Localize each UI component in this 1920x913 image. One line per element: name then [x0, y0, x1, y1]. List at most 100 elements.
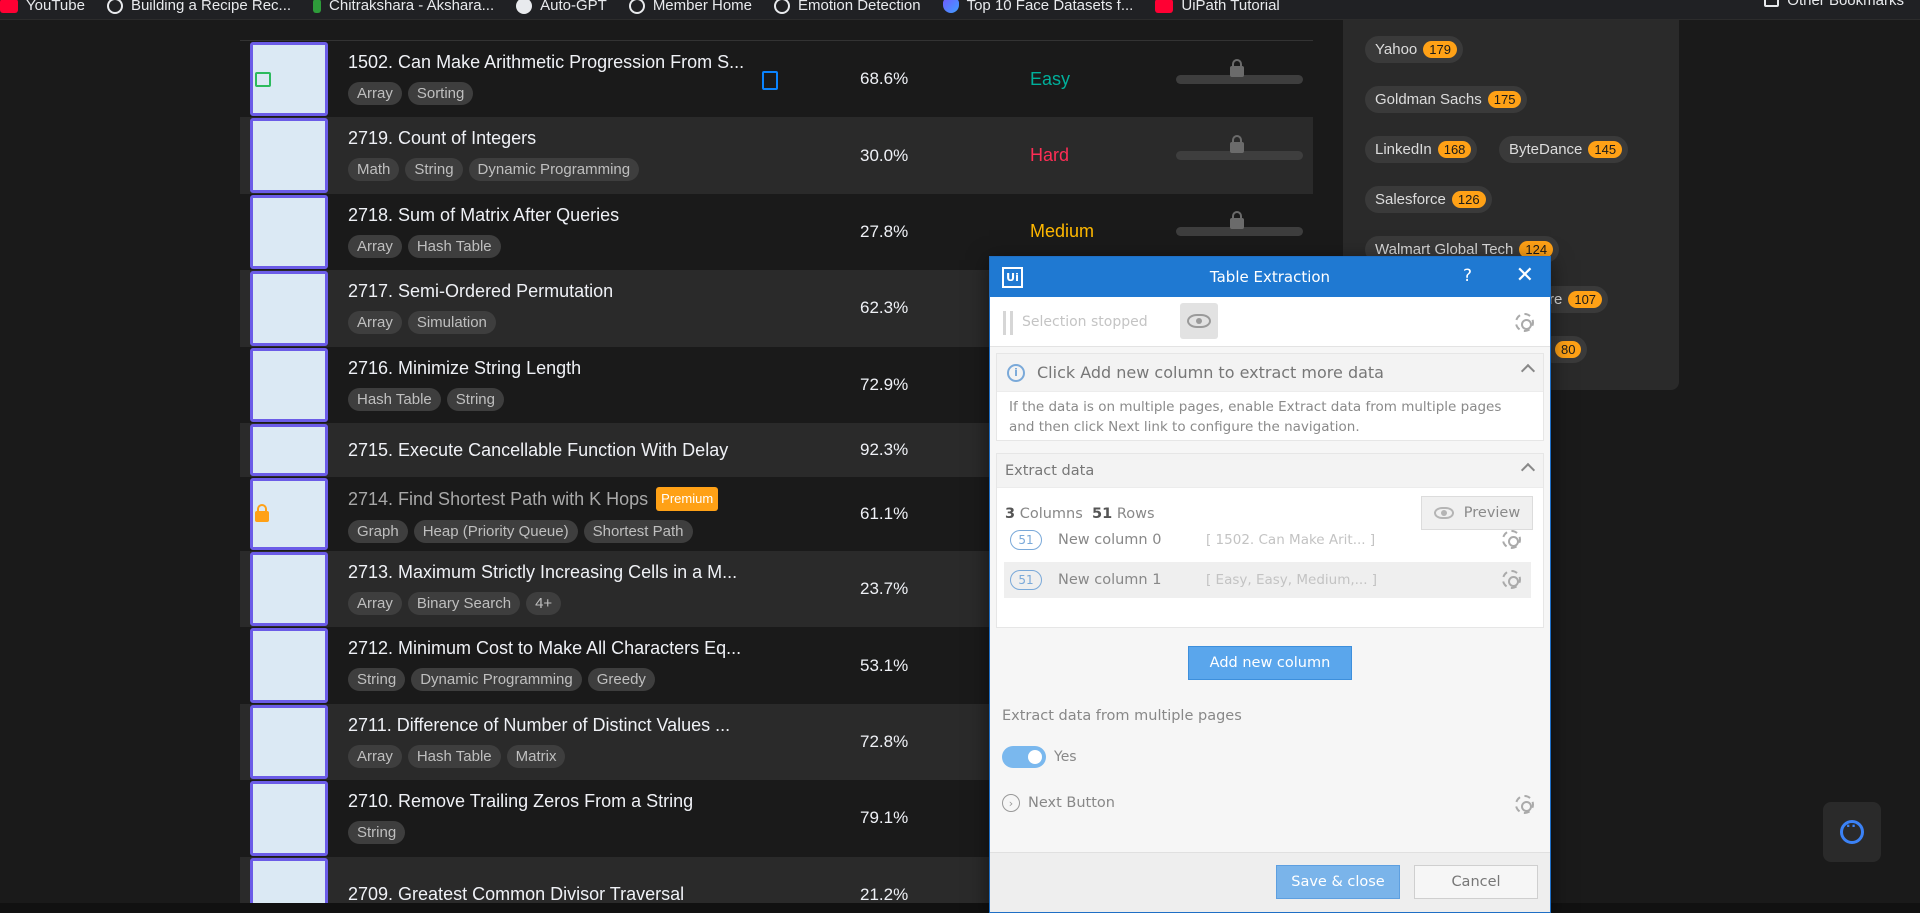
- problem-title-link[interactable]: 1502. Can Make Arithmetic Progression Fr…: [348, 51, 768, 73]
- chevron-up-icon[interactable]: [1520, 363, 1536, 379]
- topic-tag[interactable]: String: [348, 821, 406, 845]
- columns-rows-count: 3 Columns 51 Rows: [1005, 506, 1155, 522]
- topic-tag[interactable]: Binary Search: [407, 591, 521, 615]
- topic-tag[interactable]: Heap (Priority Queue): [413, 519, 578, 543]
- settings-gear-icon[interactable]: [1515, 313, 1534, 332]
- info-panel-header[interactable]: i Click Add new column to extract more d…: [997, 354, 1543, 392]
- table-row[interactable]: 1502. Can Make Arithmetic Progression Fr…: [240, 41, 1313, 118]
- dialog-titlebar[interactable]: Ui Table Extraction ? ✕: [990, 257, 1550, 297]
- problem-title-cell: 2712. Minimum Cost to Make All Character…: [348, 637, 768, 692]
- problem-title-link[interactable]: 2717. Semi-Ordered Permutation: [348, 280, 768, 302]
- solution-icon[interactable]: [762, 71, 778, 90]
- bookmark-member-home[interactable]: Member Home: [628, 0, 752, 14]
- topic-tag[interactable]: Array: [348, 591, 402, 615]
- problem-title-link[interactable]: 2715. Execute Cancellable Function With …: [348, 439, 768, 461]
- chat-icon: [1840, 818, 1864, 844]
- close-button[interactable]: ✕: [1516, 263, 1534, 288]
- status-cell: [250, 42, 328, 117]
- problem-title-link[interactable]: 2718. Sum of Matrix After Queries: [348, 204, 768, 226]
- bookmark-emotion-detection[interactable]: Emotion Detection: [774, 0, 921, 14]
- bookmark-chitrakshara[interactable]: Chitrakshara - Akshara...: [313, 0, 494, 14]
- problem-title-cell: 2718. Sum of Matrix After Queries Array Ha…: [348, 204, 768, 258]
- help-button[interactable]: ?: [1463, 266, 1472, 286]
- topic-tag[interactable]: Hash Table: [407, 744, 501, 768]
- topic-tag[interactable]: Hash Table: [348, 387, 441, 411]
- column-row-1[interactable]: 51 New column 1 [ Easy, Easy, Medium,...…: [1004, 562, 1531, 598]
- shield-icon: [942, 0, 959, 13]
- topic-tag[interactable]: Graph: [348, 519, 408, 543]
- problem-title-link[interactable]: 2711. Difference of Number of Distinct V…: [348, 714, 768, 736]
- table-row[interactable]: 2719. Count of Integers Math String Dynamic…: [240, 117, 1313, 194]
- acceptance-rate: 61.1%: [860, 503, 909, 523]
- topic-tag[interactable]: Shortest Path: [583, 519, 693, 543]
- cancel-button[interactable]: Cancel: [1414, 865, 1538, 899]
- topic-tag[interactable]: String: [405, 158, 463, 182]
- topic-tag[interactable]: Simulation: [407, 311, 496, 335]
- save-and-close-button[interactable]: Save & close: [1276, 865, 1400, 899]
- next-button-label[interactable]: Next Button: [1028, 795, 1115, 811]
- github-icon: [516, 0, 533, 14]
- multi-pages-toggle[interactable]: [1002, 746, 1046, 768]
- problem-title-cell: 2714. Find Shortest Path with K Hops Prem…: [348, 486, 768, 543]
- bookmark-face-datasets[interactable]: Top 10 Face Datasets f...: [942, 0, 1133, 14]
- extract-data-header[interactable]: Extract data: [997, 454, 1543, 488]
- bookmark-uipath[interactable]: UiPath Tutorial: [1155, 0, 1280, 14]
- column-settings-gear-icon[interactable]: [1502, 570, 1521, 589]
- youtube-icon: [1155, 0, 1174, 13]
- topic-tag[interactable]: Array: [348, 311, 402, 335]
- topic-tag[interactable]: Array: [348, 234, 402, 258]
- column-settings-gear-icon[interactable]: [1502, 530, 1521, 549]
- topic-tag[interactable]: String: [348, 668, 406, 692]
- problem-title-link[interactable]: 2713. Maximum Strictly Increasing Cells …: [348, 561, 768, 583]
- chevron-up-icon[interactable]: [1520, 462, 1536, 478]
- topic-tag[interactable]: Sorting: [407, 82, 474, 105]
- problem-title-link[interactable]: 2719. Count of Integers: [348, 127, 768, 149]
- company-chip-yahoo[interactable]: Yahoo 179: [1365, 36, 1463, 63]
- dialog-footer: Save & close Cancel: [990, 852, 1550, 912]
- topic-tag[interactable]: Math: [348, 158, 400, 182]
- add-new-column-button[interactable]: Add new column: [1188, 646, 1352, 680]
- problem-title-link[interactable]: 2712. Minimum Cost to Make All Character…: [348, 637, 768, 659]
- bottom-strip: [0, 903, 1920, 913]
- topic-tag[interactable]: Dynamic Programming: [468, 158, 640, 182]
- problem-title-link[interactable]: 2710. Remove Trailing Zeros From a Strin…: [348, 790, 768, 812]
- problem-title-link[interactable]: 2709. Greatest Common Divisor Traversal: [348, 883, 768, 905]
- column-name: New column 0: [1058, 532, 1162, 548]
- company-chip-goldman-sachs[interactable]: Goldman Sachs 175: [1365, 86, 1528, 113]
- company-chip-bytedance[interactable]: ByteDance 145: [1499, 136, 1629, 163]
- topic-tag[interactable]: Array: [348, 744, 402, 768]
- bookmark-auto-gpt[interactable]: Auto-GPT: [516, 0, 607, 14]
- topic-tag[interactable]: Matrix: [506, 744, 566, 768]
- frequency-bar: [1176, 135, 1303, 161]
- topic-tag[interactable]: Dynamic Programming: [411, 668, 582, 692]
- column-row-0[interactable]: 51 New column 0 [ 1502. Can Make Arit...…: [1004, 522, 1531, 558]
- info-panel: i Click Add new column to extract more d…: [996, 353, 1544, 441]
- topic-tag[interactable]: Array: [348, 82, 402, 105]
- problem-title-link[interactable]: 2714. Find Shortest Path with K Hops Prem…: [348, 486, 768, 511]
- pause-icon[interactable]: [1003, 311, 1013, 335]
- lock-icon: [255, 503, 269, 522]
- extract-data-panel: Extract data 3 Columns 51 Rows Preview 5…: [996, 453, 1544, 628]
- table-header: [240, 20, 1313, 41]
- other-bookmarks[interactable]: Other Bookmarks: [1764, 0, 1904, 9]
- show-selection-button[interactable]: [1180, 303, 1218, 339]
- problem-title-link[interactable]: 2716. Minimize String Length: [348, 357, 768, 379]
- acceptance-rate: 62.3%: [860, 298, 909, 318]
- topic-tag[interactable]: Hash Table: [407, 234, 501, 258]
- acceptance-rate: 92.3%: [860, 439, 909, 459]
- company-chip-salesforce[interactable]: Salesforce 126: [1365, 186, 1492, 213]
- topic-tag[interactable]: String: [446, 387, 504, 411]
- topic-tag[interactable]: Greedy: [587, 668, 655, 692]
- acceptance-rate: 79.1%: [860, 808, 909, 828]
- frequency-bar: [1176, 211, 1303, 237]
- bookmark-youtube[interactable]: YouTube: [0, 0, 85, 14]
- next-button-settings-gear-icon[interactable]: [1515, 795, 1534, 814]
- company-chip-linkedin[interactable]: LinkedIn 168: [1365, 136, 1478, 163]
- calendar-icon: [255, 71, 271, 87]
- difficulty-label: Medium: [1030, 221, 1095, 242]
- chat-button[interactable]: [1823, 802, 1881, 862]
- topic-tag[interactable]: 4+: [526, 591, 562, 615]
- lock-icon: [1230, 58, 1244, 77]
- bookmark-recipe[interactable]: Building a Recipe Rec...: [106, 0, 291, 14]
- status-cell: [250, 477, 328, 550]
